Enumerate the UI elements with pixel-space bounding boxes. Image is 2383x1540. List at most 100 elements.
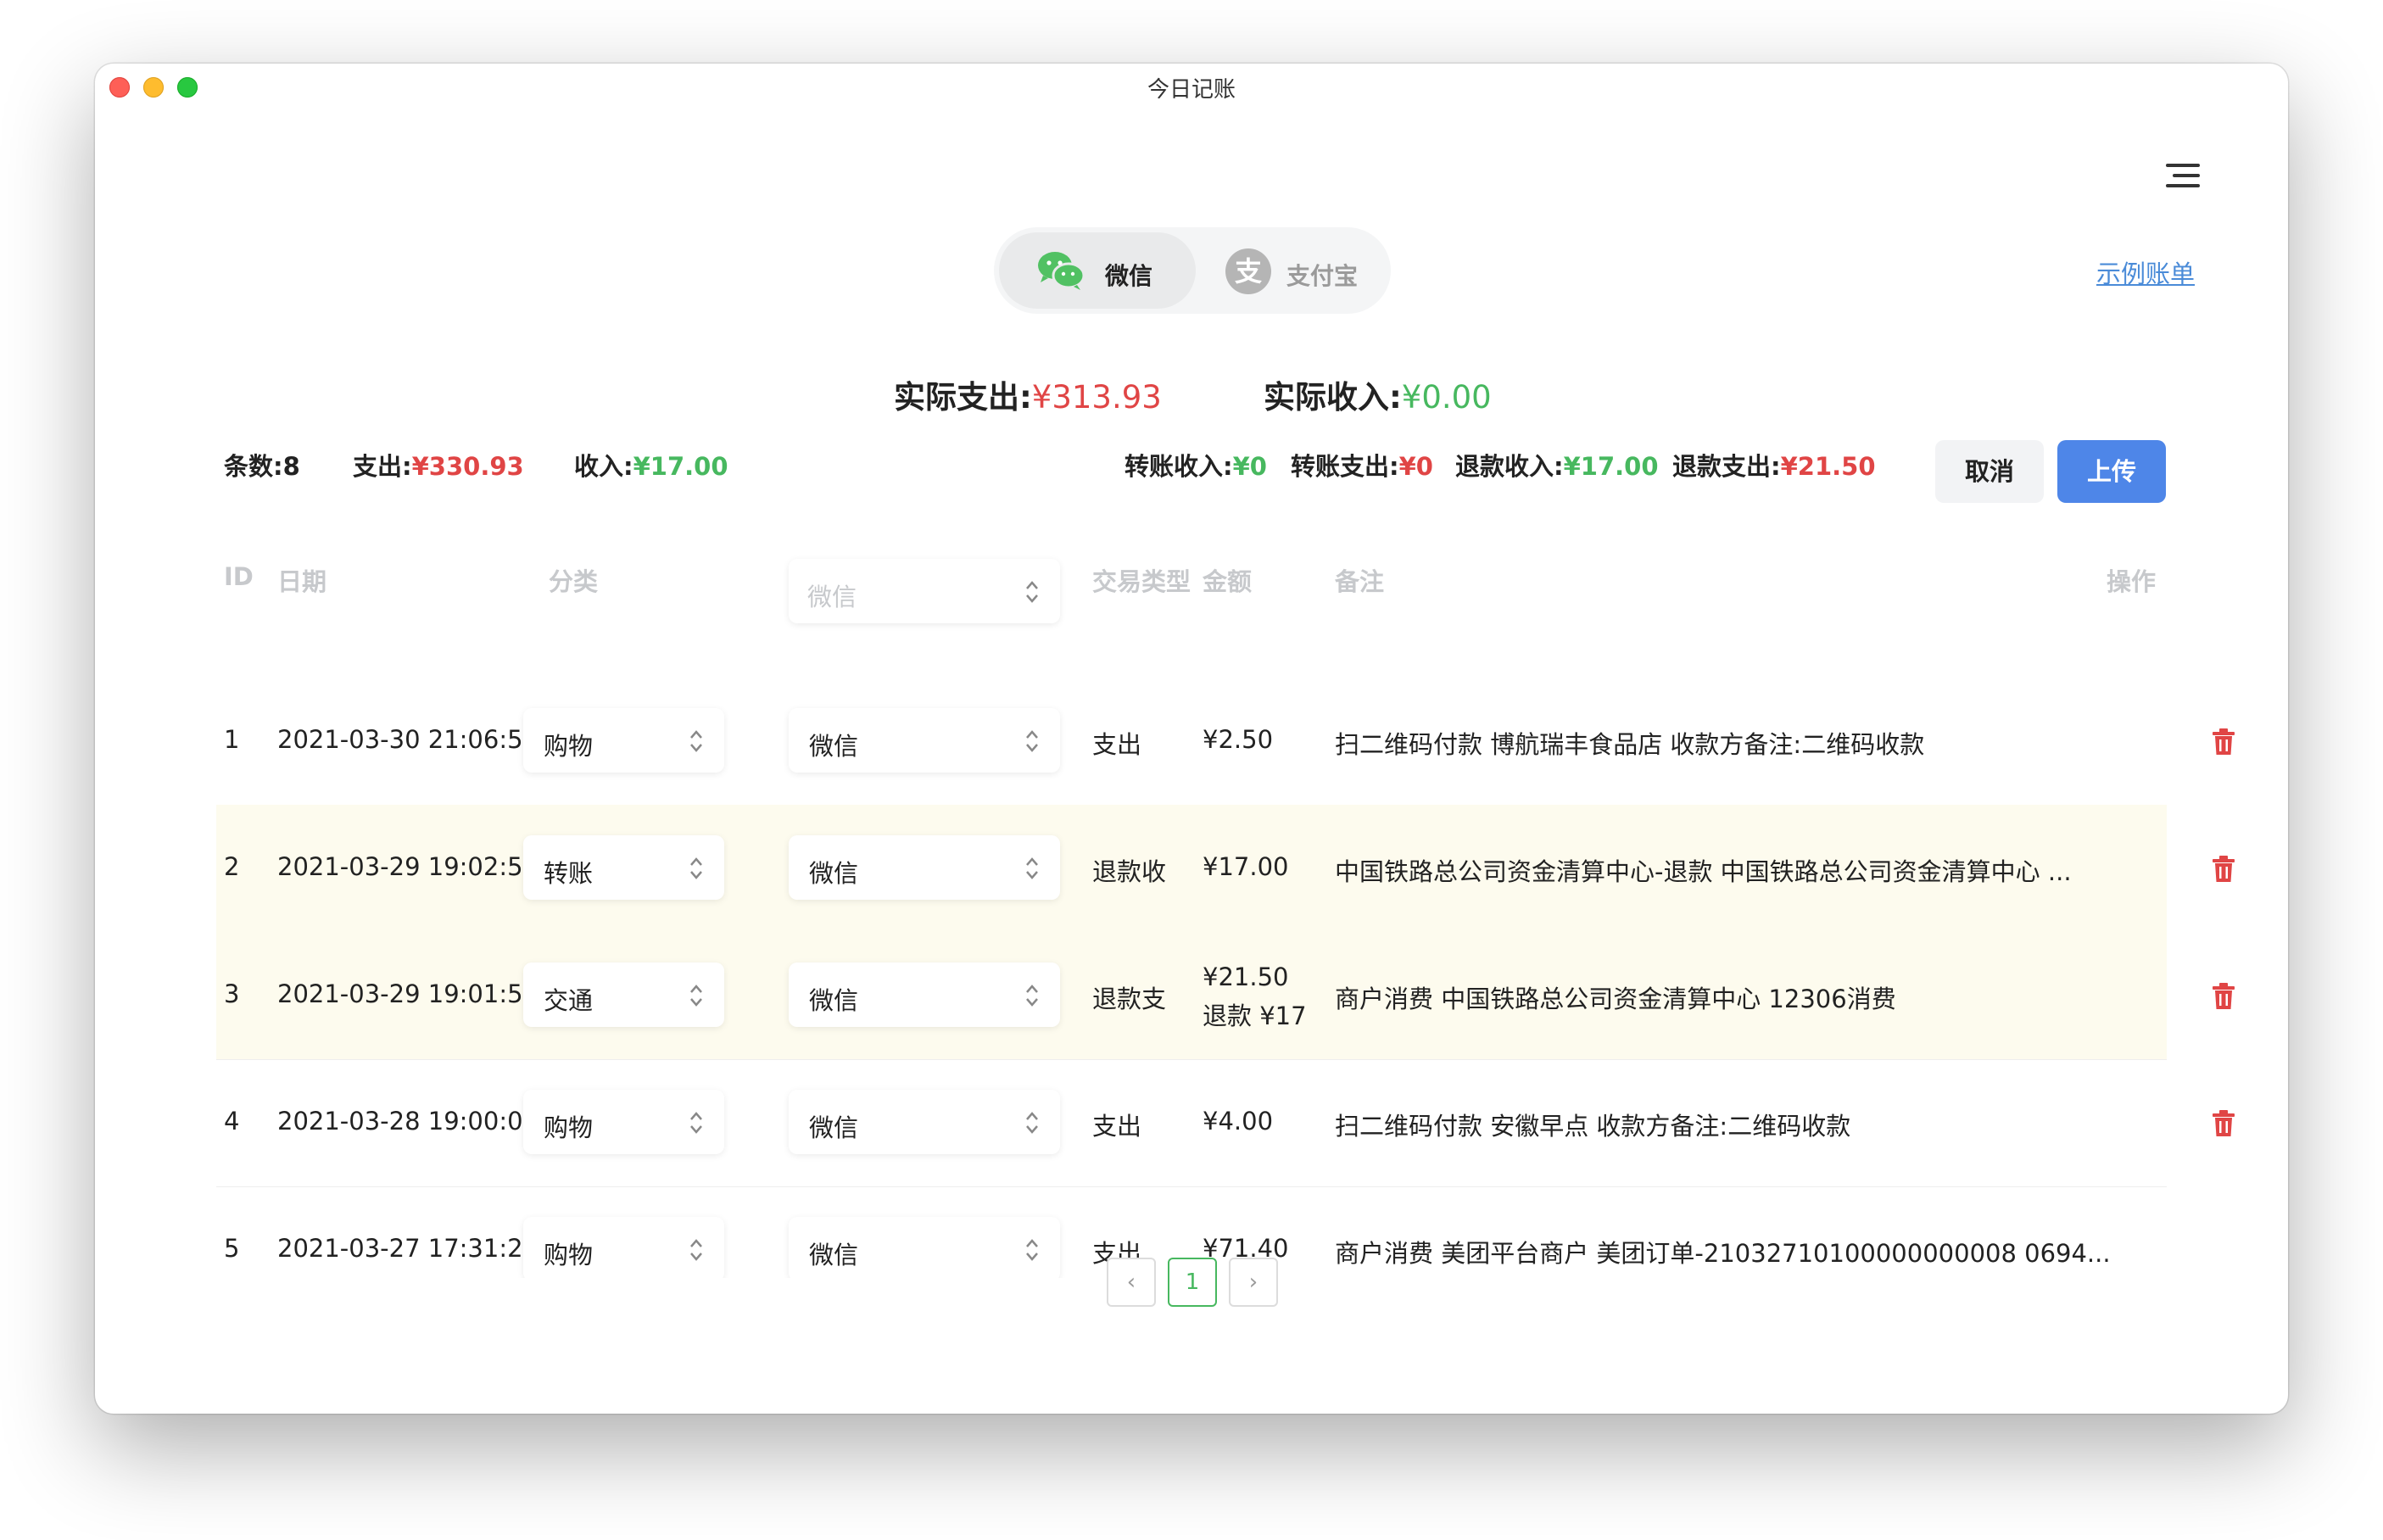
select-arrows-icon [1024, 981, 1040, 1010]
row-id: 4 [224, 1107, 240, 1135]
transfer-out-label: 转账支出: [1291, 452, 1399, 481]
select-arrows-icon [1024, 1236, 1040, 1264]
row-category-value: 购物 [544, 732, 594, 761]
select-arrows-icon [689, 727, 704, 756]
row-type: 退款收 [1092, 857, 1167, 886]
row-payment-select[interactable]: 微信 [789, 835, 1060, 900]
payment-filter-value: 微信 [807, 583, 857, 611]
header-note: 备注 [1335, 567, 1385, 596]
row-payment-value: 微信 [809, 1241, 859, 1269]
count-value: 8 [282, 452, 300, 481]
expense-stat: 支出:¥330.93 [353, 447, 524, 483]
table-row: 2 2021-03-29 19:02:53 转账 微信 退款收 ¥17.00 中… [216, 805, 2235, 933]
refund-out-label: 退款支出: [1672, 452, 1781, 481]
delete-icon[interactable] [2212, 1110, 2235, 1137]
count-label: 条数: [224, 452, 283, 481]
actual-income-label: 实际收入: [1264, 379, 1402, 416]
header-date: 日期 [277, 567, 327, 596]
income-stat: 收入:¥17.00 [574, 447, 728, 483]
wechat-icon [1038, 252, 1085, 290]
row-id: 3 [224, 979, 240, 1008]
title-bar: 今日记账 [95, 64, 2288, 111]
row-date: 2021-03-30 21:06:52 [277, 725, 539, 754]
table-row: 4 2021-03-28 19:00:00 购物 微信 支出 ¥4.00 扫二维… [216, 1059, 2235, 1187]
income-label: 收入: [574, 452, 633, 481]
delete-icon[interactable] [2212, 856, 2235, 883]
transfer-out-stat: 转账支出:¥0 [1291, 447, 1433, 483]
row-type: 支出 [1092, 730, 1142, 759]
refund-in-stat: 退款收入:¥17.00 [1455, 447, 1659, 483]
row-type: 退款支 [1092, 985, 1167, 1013]
tab-wechat[interactable]: 微信 [999, 232, 1196, 309]
select-arrows-icon [1024, 1108, 1040, 1137]
row-payment-select[interactable]: 微信 [789, 1217, 1060, 1278]
row-category-select[interactable]: 购物 [523, 1090, 724, 1154]
row-category-select[interactable]: 交通 [523, 962, 724, 1027]
payment-source-switch: 微信 支 支付宝 [994, 227, 1391, 314]
tab-alipay[interactable]: 支 支付宝 [1206, 232, 1382, 309]
row-date: 2021-03-29 19:01:54 [277, 979, 539, 1008]
upload-button[interactable]: 上传 [2057, 440, 2166, 503]
delete-icon[interactable] [2212, 983, 2235, 1010]
table-row: 3 2021-03-29 19:01:54 交通 微信 退款支 ¥21.50 退… [216, 932, 2235, 1060]
sample-bill-link[interactable]: 示例账单 [2096, 254, 2195, 290]
header-type: 交易类型 [1092, 567, 1192, 596]
window-title: 今日记账 [1147, 77, 1236, 103]
refund-out-value: ¥21.50 [1780, 452, 1876, 481]
actual-expense-label: 实际支出: [894, 379, 1032, 416]
row-payment-value: 微信 [809, 986, 859, 1015]
select-arrows-icon [1024, 578, 1040, 606]
select-arrows-icon [1024, 854, 1040, 883]
menu-icon[interactable] [2166, 164, 2200, 192]
row-payment-value: 微信 [809, 732, 859, 761]
transfer-out-value: ¥0 [1398, 452, 1433, 481]
refund-out-stat: 退款支出:¥21.50 [1672, 447, 1876, 483]
row-payment-select[interactable]: 微信 [789, 1090, 1060, 1154]
next-page-button[interactable]: › [1229, 1258, 1278, 1307]
header-amount: 金额 [1203, 567, 1253, 596]
row-payment-select[interactable]: 微信 [789, 962, 1060, 1027]
row-payment-select[interactable]: 微信 [789, 708, 1060, 773]
actual-expense: 实际支出:¥313.93 [894, 371, 1162, 417]
refund-in-value: ¥17.00 [1563, 452, 1659, 481]
select-arrows-icon [689, 854, 704, 883]
delete-icon[interactable] [2212, 728, 2235, 756]
cancel-button[interactable]: 取消 [1935, 440, 2044, 503]
row-type: 支出 [1092, 1112, 1142, 1141]
refund-in-label: 退款收入: [1455, 452, 1564, 481]
row-category-value: 购物 [544, 1113, 594, 1142]
page-1-button[interactable]: 1 [1168, 1258, 1217, 1307]
header-id: ID [224, 562, 254, 591]
row-note: 中国铁路总公司资金清算中心-退款 中国铁路总公司资金清算中心 ... [1335, 857, 2072, 886]
header-action: 操作 [2107, 567, 2157, 596]
row-amount: ¥17.00 [1203, 852, 1289, 881]
row-note: 扫二维码付款 博航瑞丰食品店 收款方备注:二维码收款 [1335, 730, 1925, 759]
tab-alipay-label: 支付宝 [1286, 262, 1359, 290]
count-stat: 条数:8 [224, 447, 300, 483]
row-category-value: 购物 [544, 1241, 594, 1269]
transfer-in-label: 转账收入: [1125, 452, 1233, 481]
prev-page-button[interactable]: ‹ [1107, 1258, 1156, 1307]
row-category-select[interactable]: 转账 [523, 835, 724, 900]
row-category-select[interactable]: 购物 [523, 708, 724, 773]
row-payment-value: 微信 [809, 859, 859, 888]
actual-income: 实际收入:¥0.00 [1264, 371, 1492, 417]
table-row: 1 2021-03-30 21:06:52 购物 微信 支出 ¥2.50 扫二维… [216, 678, 2235, 806]
transfer-in-value: ¥0 [1232, 452, 1267, 481]
table-header: ID 日期 分类 微信 交易类型 金额 备注 操作 [95, 544, 2288, 623]
row-date: 2021-03-28 19:00:00 [277, 1107, 539, 1135]
row-date: 2021-03-27 17:31:20 [277, 1234, 539, 1263]
row-amount: ¥4.00 [1203, 1107, 1274, 1135]
tab-wechat-label: 微信 [1105, 262, 1153, 290]
app-window: 今日记账 微信 支 支付宝 示例账单 实际支出:¥313.93 实际收入:¥0.… [95, 64, 2288, 1414]
row-category-select[interactable]: 购物 [523, 1217, 724, 1278]
row-id: 2 [224, 852, 240, 881]
svg-text:支: 支 [1235, 255, 1262, 287]
actual-expense-value: ¥313.93 [1031, 379, 1162, 416]
actual-income-value: ¥0.00 [1401, 379, 1492, 416]
header-category: 分类 [549, 567, 599, 596]
row-category-value: 交通 [544, 986, 594, 1015]
payment-filter-select[interactable]: 微信 [789, 559, 1060, 623]
row-category-value: 转账 [544, 859, 594, 888]
expense-label: 支出: [353, 452, 412, 481]
